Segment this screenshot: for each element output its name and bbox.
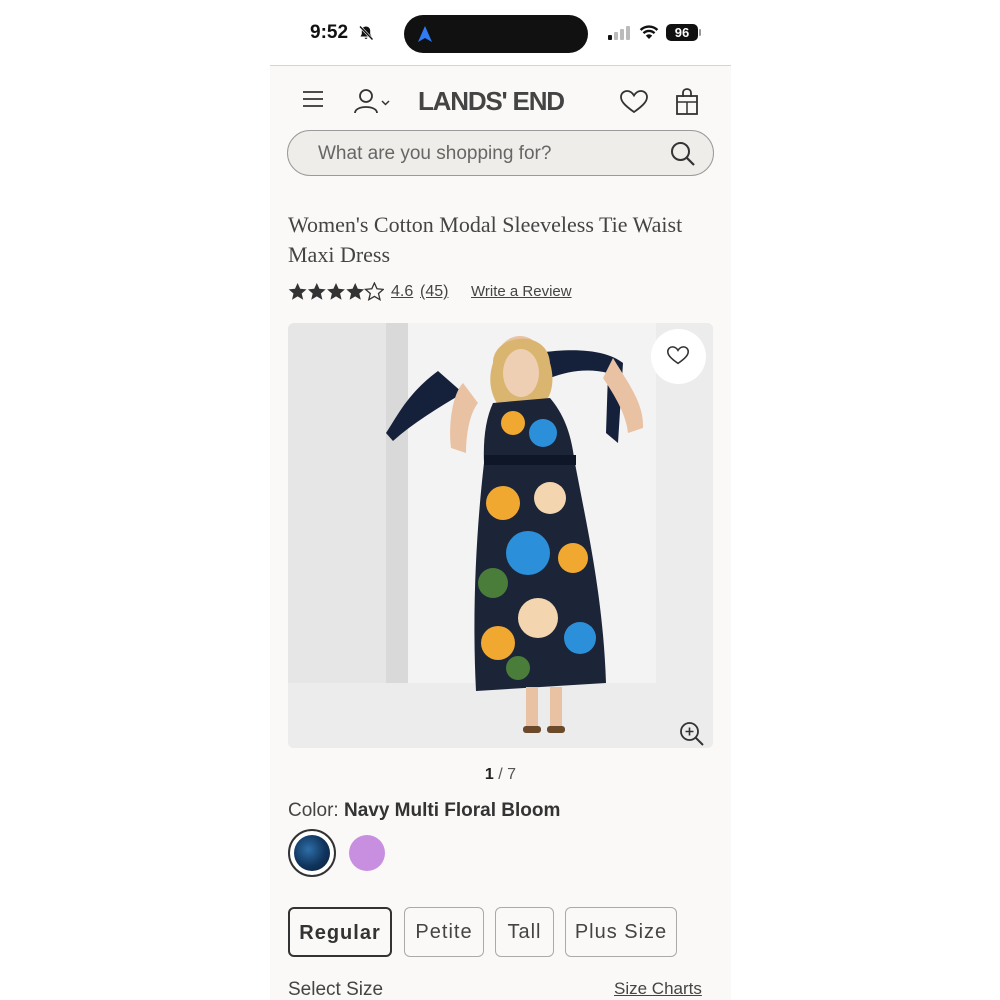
fit-option-plus-size[interactable]: Plus Size	[565, 907, 677, 957]
rating-row: 4.6 (45) Write a Review	[288, 282, 708, 304]
rating-value[interactable]: 4.6	[391, 283, 413, 301]
search-icon[interactable]	[670, 141, 696, 167]
battery-tip	[699, 29, 701, 36]
wifi-icon	[639, 25, 659, 39]
dynamic-island	[404, 15, 588, 53]
zoom-in-icon[interactable]	[679, 721, 705, 747]
shopping-bag-icon[interactable]	[675, 88, 699, 116]
rating-stars	[288, 282, 384, 302]
size-charts-link[interactable]: Size Charts	[614, 979, 702, 999]
phone-screen: 9:52 96 LANDS' END What are you shopping…	[270, 0, 731, 1000]
star-icon	[307, 283, 326, 300]
selected-color-name: Navy Multi Floral Bloom	[343, 800, 561, 821]
color-swatch-navy-multi-floral-bloom[interactable]	[288, 829, 336, 877]
product-image-gallery[interactable]	[288, 323, 713, 748]
brand-logo[interactable]: LANDS' END	[418, 86, 565, 117]
chevron-down-icon	[381, 100, 390, 106]
color-label-row: Color: Navy Multi Floral Bloom	[288, 800, 560, 822]
pager-total: 7	[507, 766, 517, 783]
star-icon	[346, 283, 365, 300]
bell-mute-icon	[359, 25, 374, 41]
fit-option-petite[interactable]: Petite	[404, 907, 484, 957]
favorite-button[interactable]	[651, 329, 706, 384]
pager-current: 1	[484, 766, 494, 783]
color-label: Color:	[288, 800, 344, 821]
menu-icon[interactable]	[302, 90, 324, 108]
pager-separator: /	[493, 766, 508, 783]
search-bar[interactable]	[287, 130, 714, 176]
status-time: 9:52	[310, 22, 349, 43]
product-image	[288, 323, 713, 748]
select-size-label: Select Size	[288, 979, 384, 1000]
star-icon	[288, 283, 307, 300]
fit-option-regular[interactable]: Regular	[288, 907, 392, 957]
status-bar: 9:52 96	[270, 0, 731, 66]
product-title: Women's Cotton Modal Sleeveless Tie Wais…	[288, 212, 683, 267]
image-pager: 1 / 7	[270, 766, 731, 784]
account-icon[interactable]	[354, 88, 394, 114]
color-swatch-lilac[interactable]	[349, 835, 385, 871]
signal-icon	[608, 26, 630, 40]
heart-icon[interactable]	[620, 90, 648, 114]
star-icon	[327, 283, 345, 300]
write-review-link[interactable]: Write a Review	[471, 283, 572, 300]
fit-option-tall[interactable]: Tall	[495, 907, 554, 957]
star-icon	[363, 282, 384, 302]
search-input[interactable]	[318, 143, 658, 165]
heart-icon[interactable]	[667, 346, 689, 365]
review-count[interactable]: (45)	[420, 283, 448, 301]
navigation-arrow-icon	[418, 26, 432, 42]
swatch-fill	[294, 835, 330, 871]
battery-indicator: 96	[666, 24, 698, 41]
